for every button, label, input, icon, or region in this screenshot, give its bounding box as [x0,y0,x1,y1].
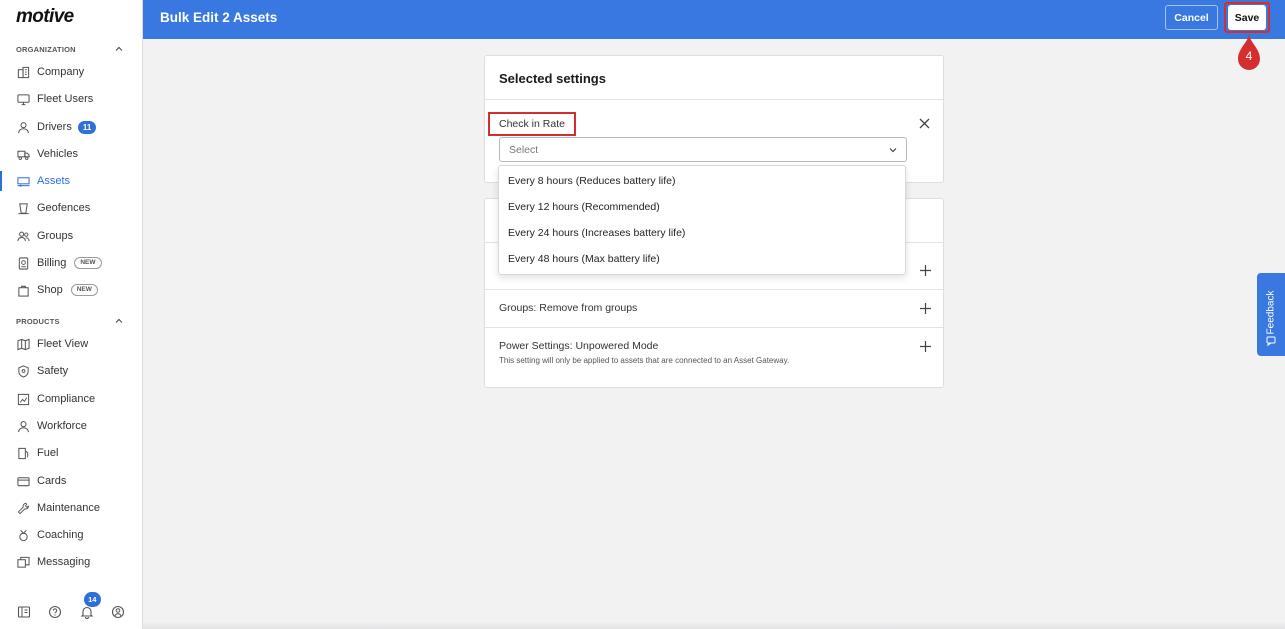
close-icon[interactable] [918,117,931,130]
sidebar-item-label: Groups [37,230,74,242]
person-icon [18,420,29,432]
sidebar-item-label: Vehicles [37,148,78,160]
dropdown-option[interactable]: Every 12 hours (Recommended) [499,194,905,220]
person-icon [18,121,29,133]
sidebar-item-label: Fleet Users [37,93,94,105]
bottom-shadow [143,621,1285,629]
sidebar-item-groups[interactable]: Groups [0,225,142,247]
organization-section-header: ORGANIZATION [16,45,76,54]
building-icon [17,66,30,78]
notifications-button[interactable]: 14 [80,592,101,619]
dropdown-option[interactable]: Every 48 hours (Max battery life) [499,246,905,272]
sidebar-item-compliance[interactable]: Compliance [0,388,142,410]
plus-icon[interactable] [920,265,931,276]
sidebar-item-label: Cards [37,475,67,487]
coaching-icon [19,529,28,541]
billing-icon [18,256,29,270]
sidebar-item-cards[interactable]: Cards [0,470,142,492]
plus-icon[interactable] [920,303,931,314]
sidebar-item-fleet-users[interactable]: Fleet Users [0,88,142,110]
monitor-icon [17,93,30,105]
sidebar-item-label: Shop [37,284,63,296]
sidebar-item-label: Workforce [37,420,87,432]
new-badge: NEW [70,284,98,296]
sidebar-item-workforce[interactable]: Workforce [0,415,142,437]
sidebar-item-label: Fuel [37,447,59,459]
card-icon [17,476,30,486]
bell-icon [80,606,94,619]
sidebar-item-safety[interactable]: Safety [0,360,142,382]
sidebar-item-messaging[interactable]: Messaging [0,551,142,573]
row-description: This setting will only be applied to ass… [499,356,790,365]
sidebar-item-fleet-view[interactable]: Fleet View [0,333,142,355]
feedback-icon [1266,336,1276,346]
cancel-button[interactable]: Cancel [1165,5,1218,30]
sidebar-item-label: Billing [37,257,67,269]
group-icon [17,231,30,241]
truck-icon [17,150,30,160]
shield-icon [18,364,29,378]
sidebar-footer: 14 [0,592,142,629]
sidebar-item-label: Geofences [37,202,91,214]
divider [485,99,943,100]
dropdown-option[interactable]: Every 24 hours (Increases battery life) [499,220,905,246]
sidebar-item-label: Safety [37,365,69,377]
sidebar-item-label: Assets [37,175,71,187]
sidebar-item-assets[interactable]: Assets [0,170,142,192]
plus-icon[interactable] [920,341,931,352]
messaging-icon [17,556,30,568]
drivers-count-badge: 11 [77,120,97,134]
shopping-bag-icon [18,285,29,297]
help-icon[interactable] [48,605,62,619]
notifications-count-badge: 14 [83,592,101,607]
new-badge: NEW [74,257,102,269]
sidebar-item-coaching[interactable]: Coaching [0,524,142,546]
sidebar-item-vehicles[interactable]: Vehicles [0,143,142,165]
check-in-rate-select[interactable]: Select [499,137,907,162]
sidebar-item-label: Messaging [37,556,91,568]
save-button[interactable]: Save [1228,5,1266,30]
sidebar-item-fuel[interactable]: Fuel [0,442,142,464]
feedback-tab[interactable]: Feedback [1257,273,1285,356]
step-marker-number: 4 [1245,49,1253,63]
selected-settings-title: Selected settings [499,71,606,86]
wrench-icon [17,502,30,514]
sidebar-item-billing[interactable]: Billing NEW [0,252,142,274]
row-label: Groups: Remove from groups [499,302,638,314]
dropdown-option[interactable]: Every 8 hours (Reduces battery life) [499,168,905,194]
user-account-icon[interactable] [111,605,125,619]
check-in-rate-dropdown: Every 8 hours (Reduces battery life) Eve… [498,165,906,275]
sidebar-item-geofences[interactable]: Geofences [0,197,142,219]
sidebar-item-shop[interactable]: Shop NEW [0,279,142,301]
fuel-icon [18,447,29,459]
chevron-down-icon [889,148,897,153]
check-in-rate-label: Check in Rate [499,118,565,130]
sidebar-item-label: Compliance [37,393,96,405]
trailer-icon [17,176,30,187]
motive-logo[interactable]: motive [16,6,74,28]
select-placeholder: Select [509,144,539,156]
selected-settings-card: Selected settings Check in Rate Select [484,55,944,183]
sidebar-item-drivers[interactable]: Drivers 11 [0,116,142,138]
sidebar-item-maintenance[interactable]: Maintenance [0,497,142,519]
row-label: Power Settings: Unpowered Mode [499,340,659,352]
products-section-header: PRODUCTS [16,317,60,326]
compliance-icon [17,393,30,405]
settings-row-remove-groups[interactable]: Groups: Remove from groups [485,290,943,327]
map-icon [17,338,30,350]
sidebar-item-company[interactable]: Company [0,61,142,83]
geofence-icon [18,202,29,214]
page-title: Bulk Edit 2 Assets [160,10,278,25]
sidebar-item-label: Maintenance [37,502,100,514]
sidebar-item-label: Drivers [37,121,72,133]
chevron-up-icon[interactable] [114,316,124,326]
book-icon[interactable] [17,605,31,619]
sidebar-item-label: Fleet View [37,338,89,350]
chevron-up-icon[interactable] [114,44,124,54]
settings-row-unpowered-mode[interactable]: Power Settings: Unpowered Mode This sett… [485,328,943,386]
sidebar-item-label: Company [37,66,85,78]
sidebar: motive ORGANIZATION Company Fleet Users … [0,0,143,629]
page-header: Bulk Edit 2 Assets Cancel Save [143,0,1285,39]
sidebar-item-label: Coaching [37,529,84,541]
